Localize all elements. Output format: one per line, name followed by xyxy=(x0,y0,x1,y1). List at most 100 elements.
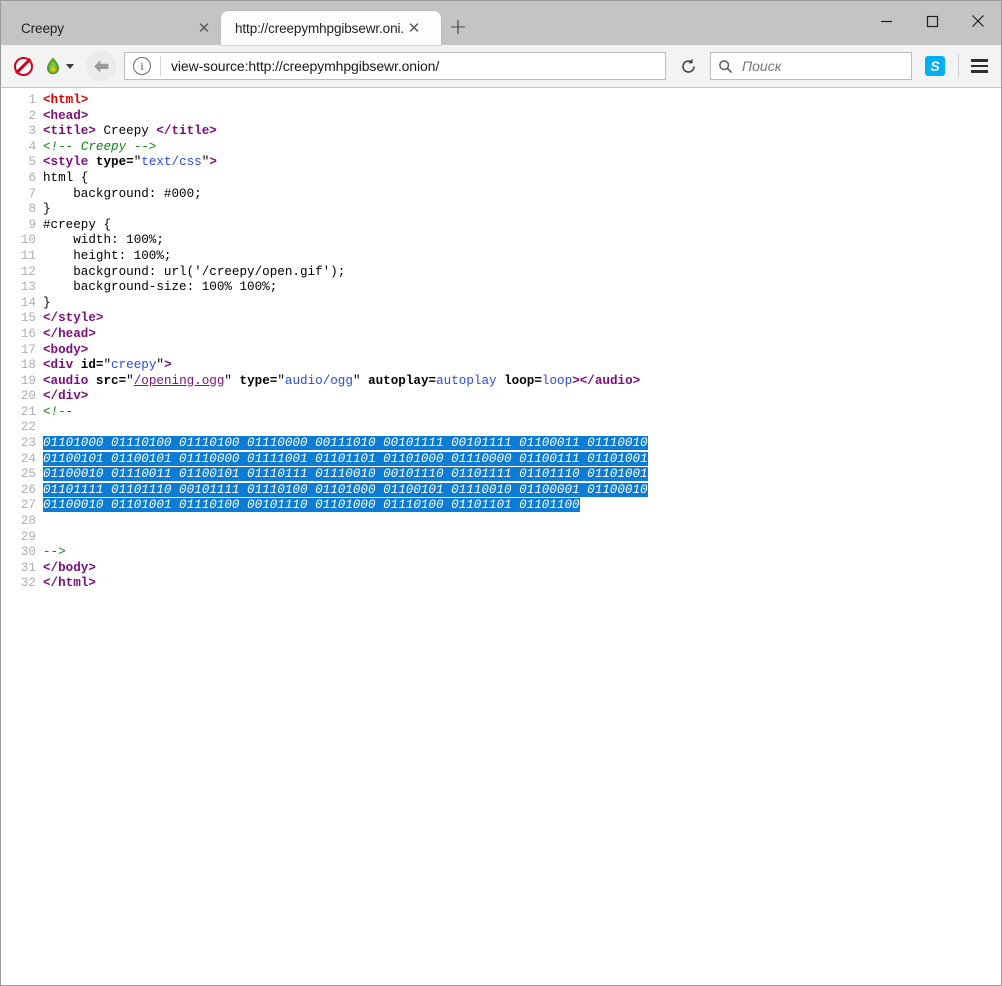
source-line: 18<div id="creepy"> xyxy=(1,358,1001,374)
line-content: <head> xyxy=(43,109,1001,125)
hamburger-menu-icon xyxy=(971,65,988,68)
address-bar[interactable]: i view-source:http://creepymhpgibsewr.on… xyxy=(124,52,666,80)
browser-window: Creepy ✕ http://creepymhpgibsewr.oni... … xyxy=(0,0,1002,986)
line-content: </html> xyxy=(43,576,1001,592)
line-number: 32 xyxy=(1,576,43,592)
minimize-icon xyxy=(880,15,893,28)
close-icon[interactable]: ✕ xyxy=(403,17,425,39)
line-number: 26 xyxy=(1,483,43,499)
line-content: <html> xyxy=(43,93,1001,109)
code-token: background: #000; xyxy=(43,187,202,201)
code-token: } xyxy=(43,296,51,310)
line-number: 9 xyxy=(1,218,43,234)
menu-button[interactable] xyxy=(965,52,993,80)
source-line: 2<head> xyxy=(1,109,1001,125)
line-content: 01101000 01110100 01110100 01110000 0011… xyxy=(43,436,1001,452)
line-number: 25 xyxy=(1,467,43,483)
code-token: type= xyxy=(240,374,278,388)
info-icon[interactable]: i xyxy=(133,57,151,75)
code-token: autoplay= xyxy=(368,374,436,388)
line-content: <!-- Creepy --> xyxy=(43,140,1001,156)
line-number: 8 xyxy=(1,202,43,218)
code-token xyxy=(497,374,505,388)
selected-binary-text: 01101000 01110100 01110100 01110000 0011… xyxy=(43,436,648,450)
line-number: 18 xyxy=(1,358,43,374)
skype-button[interactable]: S xyxy=(920,52,950,80)
source-code: 1<html>2<head>3<title> Creepy </title>4<… xyxy=(1,93,1001,592)
minimize-button[interactable] xyxy=(863,1,909,41)
code-token: </head> xyxy=(43,327,96,341)
line-number: 19 xyxy=(1,374,43,390)
source-line: 21<!-- xyxy=(1,405,1001,421)
new-tab-button[interactable]: + xyxy=(441,11,475,45)
tor-button[interactable] xyxy=(43,56,74,76)
selected-binary-text: 01100010 01110011 01100101 01110111 0111… xyxy=(43,467,648,481)
code-token: </body> xyxy=(43,561,96,575)
line-content: </style> xyxy=(43,311,1001,327)
line-number: 11 xyxy=(1,249,43,265)
code-token: </style> xyxy=(43,311,103,325)
close-icon[interactable]: ✕ xyxy=(193,17,215,39)
code-token: <audio xyxy=(43,374,88,388)
code-token xyxy=(73,358,81,372)
selected-binary-text: 01100101 01100101 01110000 01111001 0110… xyxy=(43,452,648,466)
line-content: <body> xyxy=(43,343,1001,359)
line-content: background: #000; xyxy=(43,187,1001,203)
code-token: " xyxy=(156,358,164,372)
code-token: } xyxy=(43,202,51,216)
code-token: </title> xyxy=(156,124,216,138)
maximize-button[interactable] xyxy=(909,1,955,41)
code-token: <head> xyxy=(43,109,88,123)
source-line: 2401100101 01100101 01110000 01111001 01… xyxy=(1,452,1001,468)
line-number: 27 xyxy=(1,498,43,514)
url-divider xyxy=(160,56,161,76)
noscript-button[interactable] xyxy=(9,52,37,80)
code-token: <body> xyxy=(43,343,88,357)
line-content: } xyxy=(43,202,1001,218)
line-content: html { xyxy=(43,171,1001,187)
code-token: text/css xyxy=(141,155,201,169)
code-token: " xyxy=(103,358,111,372)
tor-onion-icon xyxy=(43,56,63,76)
line-content xyxy=(43,530,1001,546)
back-button[interactable] xyxy=(86,51,116,81)
tab-view-source[interactable]: http://creepymhpgibsewr.oni... ✕ xyxy=(221,11,441,45)
code-token: </html> xyxy=(43,576,96,590)
source-line: 13 background-size: 100% 100%; xyxy=(1,280,1001,296)
code-token: > xyxy=(209,155,217,169)
line-number: 13 xyxy=(1,280,43,296)
source-line: 20</div> xyxy=(1,389,1001,405)
line-number: 21 xyxy=(1,405,43,421)
tab-creepy[interactable]: Creepy ✕ xyxy=(1,11,221,45)
source-line: 22 xyxy=(1,420,1001,436)
line-content: </head> xyxy=(43,327,1001,343)
view-source-content[interactable]: 1<html>2<head>3<title> Creepy </title>4<… xyxy=(1,88,1001,985)
close-button[interactable] xyxy=(955,1,1001,41)
line-number: 22 xyxy=(1,420,43,436)
source-line: 6html { xyxy=(1,171,1001,187)
line-content: } xyxy=(43,296,1001,312)
reload-button[interactable] xyxy=(672,51,704,81)
search-input[interactable]: Поиск xyxy=(742,58,781,74)
code-token: " xyxy=(353,374,368,388)
code-token: background-size: 100% 100%; xyxy=(43,280,277,294)
source-line: 14} xyxy=(1,296,1001,312)
line-content xyxy=(43,420,1001,436)
code-token: #creepy { xyxy=(43,218,111,232)
code-token: " xyxy=(224,374,239,388)
line-content: <!-- xyxy=(43,405,1001,421)
code-token: > xyxy=(164,358,172,372)
line-number: 6 xyxy=(1,171,43,187)
source-line: 19<audio src="/opening.ogg" type="audio/… xyxy=(1,374,1001,390)
search-bar[interactable]: Поиск xyxy=(710,52,912,80)
navigation-toolbar: i view-source:http://creepymhpgibsewr.on… xyxy=(1,45,1001,88)
source-line: 12 background: url('/creepy/open.gif'); xyxy=(1,265,1001,281)
source-line: 16</head> xyxy=(1,327,1001,343)
line-content: <audio src="/opening.ogg" type="audio/og… xyxy=(43,374,1001,390)
code-token: </div> xyxy=(43,389,88,403)
code-token: html { xyxy=(43,171,88,185)
source-line: 9#creepy { xyxy=(1,218,1001,234)
source-line: 2301101000 01110100 01110100 01110000 00… xyxy=(1,436,1001,452)
line-number: 10 xyxy=(1,233,43,249)
code-token: " xyxy=(126,374,134,388)
